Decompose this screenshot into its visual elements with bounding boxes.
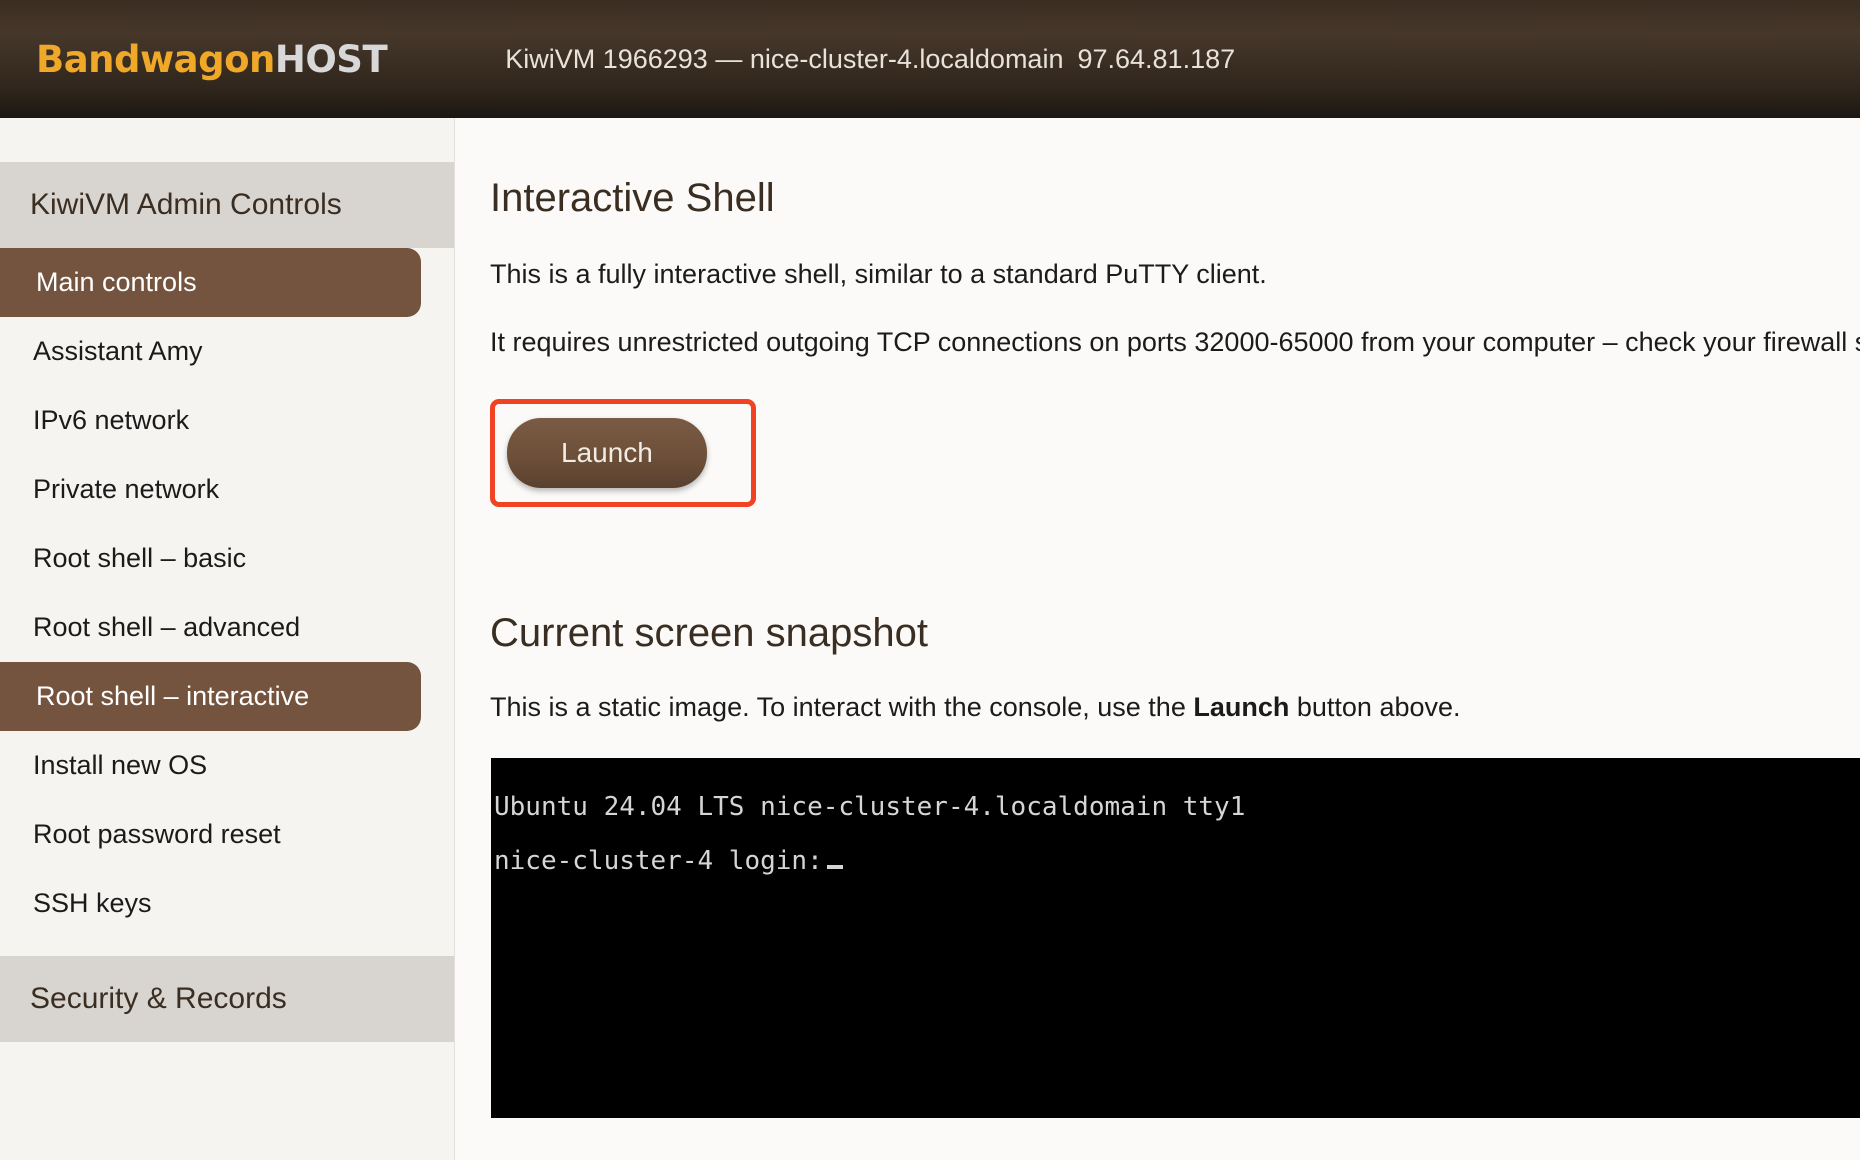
main-content: Interactive Shell This is a fully intera…: [456, 118, 1860, 1160]
brand-name-prefix: Bandwagon: [36, 37, 275, 81]
sidebar-section-security-records: Security & Records: [0, 956, 454, 1043]
console-cursor: [826, 865, 843, 870]
sidebar-item-private-network[interactable]: Private network: [0, 455, 421, 524]
shell-requirements-text: It requires unrestricted outgoing TCP co…: [490, 327, 1860, 358]
page-body: KiwiVM Admin Controls Main controls Assi…: [0, 118, 1860, 1160]
page-title-interactive-shell: Interactive Shell: [490, 176, 775, 220]
vm-label: KiwiVM 1966293 — nice-cluster-4.localdom…: [505, 43, 1064, 74]
sidebar-item-root-password-reset[interactable]: Root password reset: [0, 800, 421, 869]
sidebar-navigation: KiwiVM Admin Controls Main controls Assi…: [0, 118, 455, 1160]
sidebar-menu-admin-controls: Main controls Assistant Amy IPv6 network…: [0, 248, 454, 938]
sidebar-item-root-shell-interactive[interactable]: Root shell – interactive: [0, 662, 421, 732]
vm-identity: KiwiVM 1966293 — nice-cluster-4.localdom…: [505, 44, 1235, 75]
sidebar-section-admin-controls: KiwiVM Admin Controls: [0, 162, 454, 248]
shell-description: This is a fully interactive shell, simil…: [490, 259, 1267, 289]
sidebar-item-assistant-amy[interactable]: Assistant Amy: [0, 317, 421, 386]
section-title-current-screen-snapshot: Current screen snapshot: [490, 611, 929, 656]
sidebar-item-root-shell-advanced[interactable]: Root shell – advanced: [0, 593, 421, 662]
launch-button-highlight: Launch: [490, 399, 756, 508]
console-login-prompt-text: nice-cluster-4 login:: [494, 846, 823, 877]
sidebar-item-ipv6-network[interactable]: IPv6 network: [0, 386, 421, 455]
console-snapshot: Ubuntu 24.04 LTS nice-cluster-4.localdom…: [491, 758, 1860, 1119]
top-header-bar: BandwagonHOST KiwiVM 1966293 — nice-clus…: [0, 0, 1860, 118]
console-line-login-prompt: nice-cluster-4 login:: [494, 848, 1860, 874]
console-line-os-banner: Ubuntu 24.04 LTS nice-cluster-4.localdom…: [494, 792, 1246, 823]
snapshot-description: This is a static image. To interact with…: [490, 690, 1860, 725]
snapshot-description-launch-emphasis: Launch: [1193, 692, 1290, 723]
launch-button[interactable]: Launch: [507, 418, 707, 489]
sidebar-item-root-shell-basic[interactable]: Root shell – basic: [0, 524, 421, 593]
snapshot-description-prefix: This is a static image. To interact with…: [490, 692, 1194, 723]
bandwagonhost-logo[interactable]: BandwagonHOST: [36, 37, 388, 81]
snapshot-description-suffix: button above.: [1289, 692, 1461, 723]
brand-name-suffix: HOST: [274, 37, 388, 81]
sidebar-item-install-new-os[interactable]: Install new OS: [0, 731, 421, 800]
sidebar-item-ssh-keys[interactable]: SSH keys: [0, 869, 421, 938]
sidebar-item-main-controls[interactable]: Main controls: [0, 248, 421, 318]
vm-ip-address: 97.64.81.187: [1077, 43, 1236, 74]
